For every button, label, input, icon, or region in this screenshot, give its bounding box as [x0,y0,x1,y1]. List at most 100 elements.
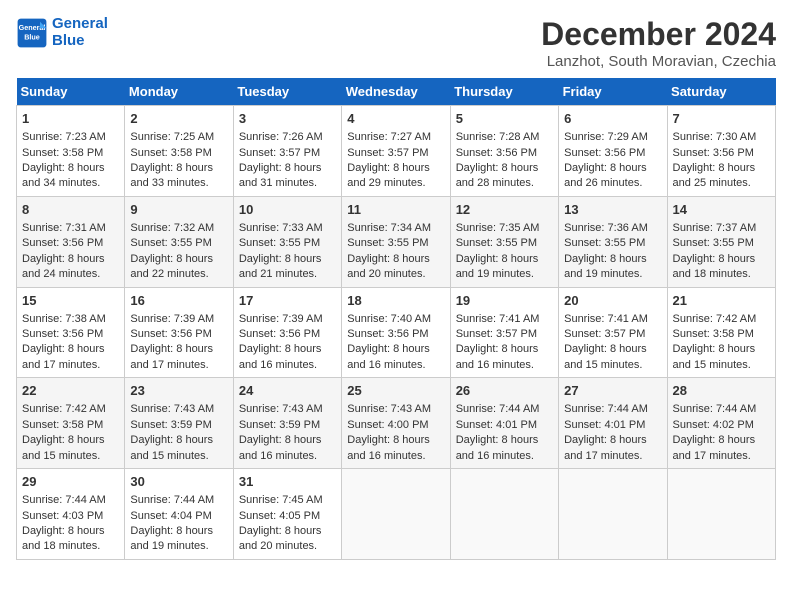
calendar-cell: 28Sunrise: 7:44 AMSunset: 4:02 PMDayligh… [667,378,775,469]
day-info-line: Sunset: 3:59 PM [239,418,336,433]
calendar-cell: 24Sunrise: 7:43 AMSunset: 3:59 PMDayligh… [233,378,341,469]
day-info-line: Sunrise: 7:34 AM [347,221,444,236]
calendar-cell: 11Sunrise: 7:34 AMSunset: 3:55 PMDayligh… [342,196,450,287]
day-number: 18 [347,292,444,310]
day-number: 14 [673,201,770,219]
day-info-line: Sunrise: 7:39 AM [130,312,227,327]
day-info-line: Sunset: 3:57 PM [456,327,553,342]
calendar-cell: 5Sunrise: 7:28 AMSunset: 3:56 PMDaylight… [450,106,558,197]
page-title: December 2024 [541,16,776,53]
calendar-cell: 15Sunrise: 7:38 AMSunset: 3:56 PMDayligh… [17,287,125,378]
calendar-cell: 16Sunrise: 7:39 AMSunset: 3:56 PMDayligh… [125,287,233,378]
day-number: 6 [564,110,661,128]
day-info-line: Sunset: 3:56 PM [22,236,119,251]
day-info-line: Sunrise: 7:44 AM [673,402,770,417]
day-info-line: Daylight: 8 hours [347,433,444,448]
day-info-line: Sunset: 3:57 PM [239,146,336,161]
day-info-line: and 34 minutes. [22,176,119,191]
day-info-line: and 18 minutes. [673,267,770,282]
day-number: 3 [239,110,336,128]
day-info-line: and 21 minutes. [239,267,336,282]
day-number: 16 [130,292,227,310]
day-info-line: Sunrise: 7:43 AM [347,402,444,417]
day-info-line: and 19 minutes. [456,267,553,282]
day-info-line: and 17 minutes. [673,449,770,464]
day-info-line: Sunrise: 7:43 AM [130,402,227,417]
day-info-line: Daylight: 8 hours [130,252,227,267]
weekday-header-friday: Friday [559,78,667,106]
day-info-line: Sunrise: 7:32 AM [130,221,227,236]
day-number: 31 [239,473,336,491]
calendar-cell: 25Sunrise: 7:43 AMSunset: 4:00 PMDayligh… [342,378,450,469]
day-info-line: Daylight: 8 hours [347,161,444,176]
day-info-line: and 17 minutes. [564,449,661,464]
day-info-line: Sunset: 3:56 PM [347,327,444,342]
day-info-line: Daylight: 8 hours [456,342,553,357]
day-info-line: Sunset: 4:02 PM [673,418,770,433]
day-info-line: Sunset: 4:01 PM [456,418,553,433]
day-info-line: and 16 minutes. [239,449,336,464]
day-info-line: Daylight: 8 hours [130,161,227,176]
day-info-line: and 22 minutes. [130,267,227,282]
day-info-line: and 24 minutes. [22,267,119,282]
day-info-line: Sunset: 3:58 PM [673,327,770,342]
day-info-line: and 25 minutes. [673,176,770,191]
day-number: 15 [22,292,119,310]
day-info-line: Daylight: 8 hours [456,252,553,267]
calendar-cell [559,469,667,560]
logo: General Blue General Blue [16,16,108,49]
day-info-line: and 26 minutes. [564,176,661,191]
calendar-cell: 27Sunrise: 7:44 AMSunset: 4:01 PMDayligh… [559,378,667,469]
day-info-line: Sunrise: 7:41 AM [564,312,661,327]
day-info-line: and 16 minutes. [347,358,444,373]
day-info-line: Daylight: 8 hours [22,161,119,176]
day-info-line: Sunrise: 7:31 AM [22,221,119,236]
logo-text: General Blue [52,16,108,49]
calendar-cell: 22 Sunrise: 7:42 AMSunset: 3:58 PMDayligh… [17,378,125,469]
day-info-line: Daylight: 8 hours [22,433,119,448]
calendar-cell: 30Sunrise: 7:44 AMSunset: 4:04 PMDayligh… [125,469,233,560]
day-info-line: Sunrise: 7:42 AM [673,312,770,327]
day-info-line: Sunset: 3:58 PM [22,146,119,161]
day-info-line: Sunset: 3:57 PM [347,146,444,161]
day-info-line: Sunrise: 7:43 AM [239,402,336,417]
day-number: 22 [22,382,119,400]
day-info-line: and 16 minutes. [239,358,336,373]
day-number: 2 [130,110,227,128]
day-info-line: Sunset: 4:01 PM [564,418,661,433]
calendar-cell: 29Sunrise: 7:44 AMSunset: 4:03 PMDayligh… [17,469,125,560]
day-info-line: Sunset: 3:55 PM [673,236,770,251]
day-info-line: Daylight: 8 hours [239,252,336,267]
day-info-line: and 15 minutes. [673,358,770,373]
day-info-line: Sunrise: 7:42 AM [22,402,119,417]
day-info-line: Daylight: 8 hours [564,252,661,267]
day-info-line: and 15 minutes. [22,449,119,464]
calendar-cell: 20Sunrise: 7:41 AMSunset: 3:57 PMDayligh… [559,287,667,378]
day-info-line: Daylight: 8 hours [239,342,336,357]
weekday-header-wednesday: Wednesday [342,78,450,106]
day-info-line: and 28 minutes. [456,176,553,191]
day-info-line: Sunrise: 7:40 AM [347,312,444,327]
calendar-cell [667,469,775,560]
day-number: 13 [564,201,661,219]
day-number: 8 [22,201,119,219]
day-number: 21 [673,292,770,310]
calendar-cell: 26Sunrise: 7:44 AMSunset: 4:01 PMDayligh… [450,378,558,469]
day-info-line: Daylight: 8 hours [456,433,553,448]
calendar-week-1: 1Sunrise: 7:23 AMSunset: 3:58 PMDaylight… [17,106,776,197]
day-info-line: Sunset: 3:58 PM [22,418,119,433]
day-info-line: and 15 minutes. [130,449,227,464]
day-info-line: Sunset: 3:56 PM [673,146,770,161]
calendar-cell: 9Sunrise: 7:32 AMSunset: 3:55 PMDaylight… [125,196,233,287]
weekday-header-saturday: Saturday [667,78,775,106]
day-info-line: Sunrise: 7:28 AM [456,130,553,145]
day-number: 10 [239,201,336,219]
calendar-cell: 13Sunrise: 7:36 AMSunset: 3:55 PMDayligh… [559,196,667,287]
day-info-line: Daylight: 8 hours [347,252,444,267]
day-number: 20 [564,292,661,310]
day-number: 30 [130,473,227,491]
day-info-line: and 16 minutes. [456,358,553,373]
day-info-line: Sunrise: 7:38 AM [22,312,119,327]
day-info-line: Sunset: 3:57 PM [564,327,661,342]
calendar-cell: 12Sunrise: 7:35 AMSunset: 3:55 PMDayligh… [450,196,558,287]
